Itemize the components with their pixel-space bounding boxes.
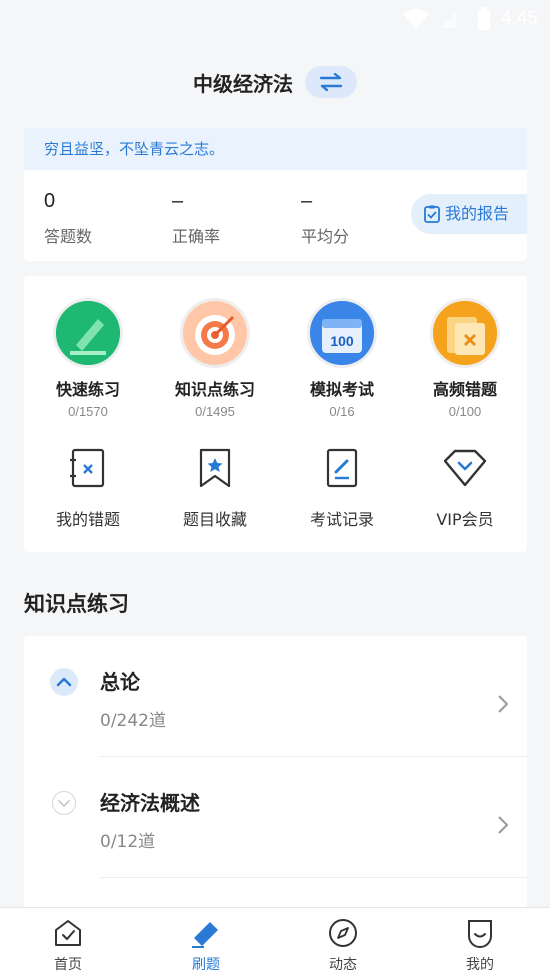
compass-icon bbox=[303, 916, 383, 950]
swap-arrows-icon bbox=[319, 73, 343, 91]
item-name: 知识点练习 bbox=[174, 380, 255, 399]
profile-icon bbox=[440, 916, 520, 950]
my-mistakes-item[interactable]: 我的错题 bbox=[38, 446, 138, 530]
bookmark-star-icon bbox=[165, 446, 265, 490]
item-name: 快速练习 bbox=[55, 380, 120, 399]
tab-feed[interactable]: 动态 bbox=[303, 916, 383, 974]
stat-accuracy: – 正确率 bbox=[172, 190, 220, 247]
calendar-exam-icon: 100 bbox=[307, 298, 377, 368]
stat-value: – bbox=[301, 190, 313, 212]
topic-practice-item[interactable]: 知识点练习 0/1495 bbox=[165, 298, 265, 419]
exam-record-icon bbox=[292, 446, 392, 490]
my-report-button[interactable]: 我的报告 bbox=[411, 194, 527, 234]
quick-practice-item[interactable]: 快速练习 0/1570 bbox=[38, 298, 138, 419]
frequent-errors-item[interactable]: 高频错题 0/100 bbox=[415, 298, 515, 419]
mock-exam-item[interactable]: 100 模拟考试 0/16 bbox=[292, 298, 392, 419]
expand-chevron-icon[interactable] bbox=[52, 791, 76, 815]
chapter-progress: 0/242道 bbox=[100, 711, 166, 731]
item-name: 模拟考试 bbox=[309, 380, 374, 399]
tab-home[interactable]: 首页 bbox=[28, 916, 108, 974]
tab-label: 我的 bbox=[466, 957, 494, 973]
chapter-row[interactable]: 总论 0/242道 bbox=[24, 636, 527, 757]
chapter-list: 总论 0/242道 经济法概述 0/12道 bbox=[24, 636, 527, 926]
vip-member-item[interactable]: VIP会员 bbox=[415, 446, 515, 530]
home-icon bbox=[28, 916, 108, 950]
collapse-chevron-icon[interactable] bbox=[50, 668, 78, 696]
stat-label: 正确率 bbox=[172, 227, 221, 246]
switch-subject-button[interactable] bbox=[305, 66, 357, 98]
item-name: VIP会员 bbox=[436, 510, 494, 529]
exam-badge: 100 bbox=[330, 333, 354, 349]
divider bbox=[100, 877, 527, 878]
page-header: 中级经济法 bbox=[0, 64, 550, 100]
clock-time: 4:45 bbox=[501, 8, 538, 29]
stat-value: 0 bbox=[44, 190, 56, 212]
signal-icon bbox=[438, 9, 458, 33]
stat-average: – 平均分 bbox=[301, 190, 349, 247]
item-count: 0/1495 bbox=[195, 404, 235, 419]
bottom-tab-bar: 首页 刷题 动态 我的 bbox=[0, 907, 550, 979]
tab-label: 刷题 bbox=[192, 957, 220, 973]
battery-icon bbox=[476, 7, 492, 35]
report-clipboard-icon bbox=[424, 205, 440, 223]
favorites-item[interactable]: 题目收藏 bbox=[165, 446, 265, 530]
tab-label: 动态 bbox=[329, 957, 357, 973]
item-count: 0/1570 bbox=[68, 404, 108, 419]
tab-profile[interactable]: 我的 bbox=[440, 916, 520, 974]
practice-grid: 快速练习 0/1570 知识点练习 0/1495 100 模拟考试 0/16 高… bbox=[24, 276, 527, 552]
stats-card: 穷且益坚，不坠青云之志。 0 答题数 – 正确率 – 平均分 我的报告 bbox=[24, 128, 527, 261]
stat-value: – bbox=[172, 190, 184, 212]
exam-records-item[interactable]: 考试记录 bbox=[292, 446, 392, 530]
item-count: 0/100 bbox=[448, 404, 482, 419]
diamond-icon bbox=[415, 446, 515, 490]
chevron-right-icon bbox=[497, 694, 509, 718]
chapter-row[interactable]: 经济法概述 0/12道 bbox=[24, 757, 527, 878]
pencil-tab-icon bbox=[166, 916, 246, 950]
item-name: 题目收藏 bbox=[182, 510, 247, 529]
my-report-label: 我的报告 bbox=[445, 204, 510, 223]
stat-label: 平均分 bbox=[301, 227, 350, 246]
chevron-right-icon bbox=[497, 815, 509, 839]
chapter-progress: 0/12道 bbox=[100, 832, 156, 852]
page-title: 中级经济法 bbox=[193, 72, 293, 96]
item-count: 0/16 bbox=[329, 404, 355, 419]
stat-label: 答题数 bbox=[44, 227, 93, 246]
tab-label: 首页 bbox=[54, 957, 82, 973]
item-name: 考试记录 bbox=[309, 510, 374, 529]
tab-practice[interactable]: 刷题 bbox=[166, 916, 246, 974]
pencil-icon bbox=[53, 298, 123, 368]
wifi-icon bbox=[402, 8, 430, 34]
chapter-name: 总论 bbox=[100, 670, 140, 694]
status-bar: 4:45 bbox=[0, 0, 550, 40]
section-title: 知识点练习 bbox=[24, 592, 129, 616]
item-name: 高频错题 bbox=[432, 380, 497, 399]
error-card-icon bbox=[430, 298, 500, 368]
item-name: 我的错题 bbox=[55, 510, 120, 529]
stat-answered: 0 答题数 bbox=[44, 190, 92, 247]
chapter-name: 经济法概述 bbox=[100, 791, 200, 815]
mistakes-book-icon bbox=[38, 446, 138, 490]
target-icon bbox=[180, 298, 250, 368]
motto-banner: 穷且益坚，不坠青云之志。 bbox=[24, 128, 527, 170]
